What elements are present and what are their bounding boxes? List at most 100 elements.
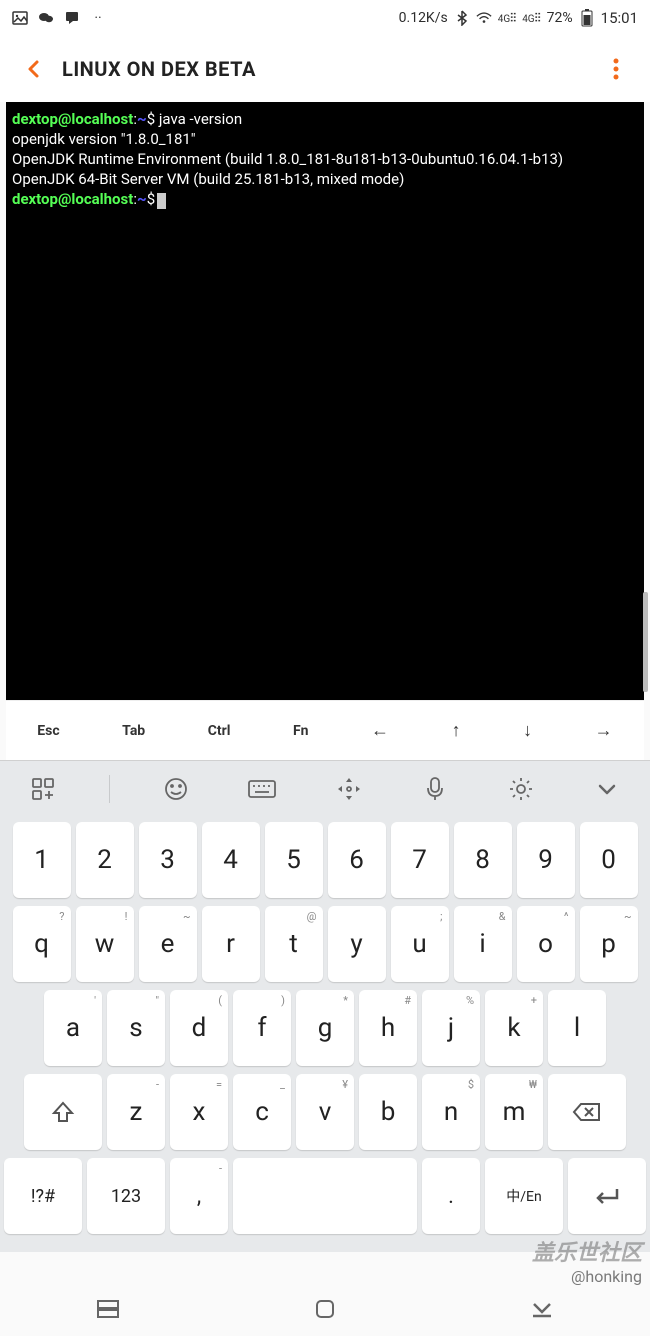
keyboard-icon[interactable] [242, 769, 282, 809]
terminal-accessory-row: Esc Tab Ctrl Fn ← ↑ ↓ → [6, 700, 644, 760]
app-header: LINUX ON DEX BETA [0, 36, 650, 102]
collapse-keyboard-icon[interactable] [587, 769, 627, 809]
key-g[interactable]: g* [296, 990, 354, 1066]
key-1[interactable]: 1 [13, 822, 71, 898]
fn-key[interactable]: Fn [289, 715, 313, 747]
terminal-line: openjdk version "1.8.0_181" [12, 130, 196, 148]
terminal-output[interactable]: dextop@localhost:~$ java -version openjd… [6, 102, 644, 700]
comma-key[interactable]: -, [170, 1158, 228, 1234]
key-n[interactable]: n$ [422, 1074, 480, 1150]
gear-icon[interactable] [501, 769, 541, 809]
navigation-bar [0, 1282, 650, 1336]
key-v[interactable]: v¥ [296, 1074, 354, 1150]
key-9[interactable]: 9 [517, 822, 575, 898]
key-a[interactable]: a' [44, 990, 102, 1066]
key-j[interactable]: j% [422, 990, 480, 1066]
key-sup: $ [468, 1078, 474, 1091]
key-4[interactable]: 4 [202, 822, 260, 898]
key-k[interactable]: k+ [485, 990, 543, 1066]
key-sup: ^ [564, 910, 569, 923]
arrow-left-key[interactable]: ← [367, 712, 393, 749]
key-7[interactable]: 7 [391, 822, 449, 898]
home-button[interactable] [285, 1291, 365, 1327]
key-sup: + [531, 994, 537, 1007]
key-i[interactable]: i& [454, 906, 512, 982]
key-z[interactable]: z- [107, 1074, 165, 1150]
period-key[interactable]: . [422, 1158, 480, 1234]
arrow-right-key[interactable]: → [591, 712, 617, 749]
backspace-key[interactable] [548, 1074, 626, 1150]
mic-icon[interactable] [415, 769, 455, 809]
esc-key[interactable]: Esc [33, 715, 63, 747]
keyboard-hide-button[interactable] [502, 1291, 582, 1327]
prompt-user: dextop@localhost [12, 190, 133, 208]
keyboard-toolbar [0, 760, 650, 816]
key-sup: = [216, 1078, 222, 1091]
key-o[interactable]: o^ [517, 906, 575, 982]
arrow-up-key[interactable]: ↑ [448, 712, 465, 749]
dpad-icon[interactable] [329, 769, 369, 809]
key-e[interactable]: e~ [139, 906, 197, 982]
key-sup: ! [125, 910, 128, 923]
key-m[interactable]: m₩ [485, 1074, 543, 1150]
key-l[interactable]: l [548, 990, 606, 1066]
key-d[interactable]: d( [170, 990, 228, 1066]
gallery-icon [12, 10, 28, 26]
prompt-path: ~ [137, 190, 147, 208]
key-sup: ) [281, 994, 285, 1007]
key-y[interactable]: y [328, 906, 386, 982]
key-u[interactable]: u; [391, 906, 449, 982]
key-c[interactable]: c_ [233, 1074, 291, 1150]
key-f[interactable]: f) [233, 990, 291, 1066]
key-sup: ¥ [342, 1078, 348, 1091]
chat-icon [64, 10, 80, 26]
key-h[interactable]: h# [359, 990, 417, 1066]
shift-key[interactable] [24, 1074, 102, 1150]
enter-key[interactable] [568, 1158, 646, 1234]
key-6[interactable]: 6 [328, 822, 386, 898]
recents-button[interactable] [68, 1291, 148, 1327]
grid-add-icon[interactable] [23, 769, 63, 809]
more-icon: ·· [90, 10, 106, 26]
key-s[interactable]: s" [107, 990, 165, 1066]
space-key[interactable] [233, 1158, 417, 1234]
key-0[interactable]: 0 [580, 822, 638, 898]
key-sup: " [155, 994, 159, 1007]
numeric-key[interactable]: 123 [87, 1158, 165, 1234]
language-key[interactable]: 中/En [485, 1158, 563, 1234]
symbols-key[interactable]: !?# [4, 1158, 82, 1234]
soft-keyboard: 1234567890 q?w!e~rt@yu;i&o^p~ a's"d(f)g*… [0, 816, 650, 1252]
overflow-menu-button[interactable] [596, 49, 636, 89]
key-w[interactable]: w! [76, 906, 134, 982]
key-t[interactable]: t@ [265, 906, 323, 982]
network-speed: 0.12K/s [399, 10, 448, 26]
tab-key[interactable]: Tab [118, 715, 149, 747]
clock: 15:01 [601, 9, 638, 27]
key-x[interactable]: x= [170, 1074, 228, 1150]
back-button[interactable] [14, 49, 54, 89]
terminal-scrollbar[interactable] [643, 592, 648, 692]
terminal-line: OpenJDK Runtime Environment (build 1.8.0… [12, 150, 563, 168]
toolbar-divider [109, 775, 110, 803]
key-sup: ( [218, 994, 222, 1007]
key-8[interactable]: 8 [454, 822, 512, 898]
key-r[interactable]: r [202, 906, 260, 982]
signal-4g-icon: 4G⫶⫶ [498, 11, 516, 26]
key-5[interactable]: 5 [265, 822, 323, 898]
key-3[interactable]: 3 [139, 822, 197, 898]
wifi-icon [476, 10, 492, 26]
arrow-down-key[interactable]: ↓ [519, 712, 536, 749]
key-b[interactable]: b [359, 1074, 417, 1150]
key-sup: ; [440, 910, 442, 923]
bluetooth-icon [454, 10, 470, 26]
key-sup: * [343, 994, 348, 1007]
ctrl-key[interactable]: Ctrl [204, 715, 235, 747]
key-sup: ₩ [529, 1078, 537, 1091]
emoji-icon[interactable] [156, 769, 196, 809]
battery-percent: 72% [547, 10, 573, 26]
key-q[interactable]: q? [13, 906, 71, 982]
key-sup: % [466, 994, 474, 1007]
key-p[interactable]: p~ [580, 906, 638, 982]
key-sup: - [156, 1078, 159, 1091]
key-2[interactable]: 2 [76, 822, 134, 898]
